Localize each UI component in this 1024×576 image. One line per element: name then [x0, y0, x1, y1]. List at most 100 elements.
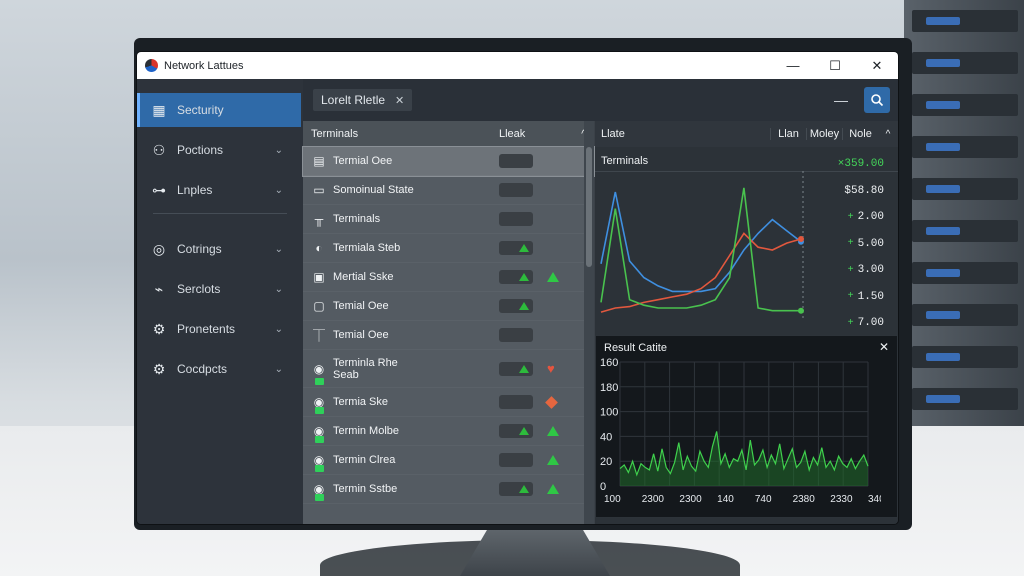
sidebar-item[interactable]: ⚇ Poctions ⌄ — [137, 133, 301, 167]
sidebar-item-label: Pronetents — [177, 322, 236, 336]
status-warning-icon — [545, 395, 558, 409]
value-column: ×359.00 $58.80 +2.00 +5.00 +3.00 +1.50 +7.00 — [824, 151, 884, 337]
list-item[interactable]: ╥ Terminals — [303, 205, 594, 234]
list-item-label: Temial Oee — [333, 300, 389, 312]
detail-header-money[interactable]: Moley — [806, 128, 842, 140]
tab-active[interactable]: Lorelt Rletle ✕ — [313, 89, 413, 111]
toggle-switch[interactable] — [499, 482, 533, 496]
toggle-switch[interactable] — [499, 154, 533, 168]
list-scrollbar[interactable] — [584, 121, 594, 524]
toggle-switch[interactable] — [499, 424, 533, 438]
sidebar-item[interactable]: ⚙ Pronetents ⌄ — [137, 312, 301, 346]
gear-icon: ⚙ — [152, 320, 166, 337]
chevron-down-icon: ⌄ — [274, 323, 283, 335]
x-tick-label: 2380 — [793, 494, 816, 505]
dashboard-grid-icon: ▦ — [152, 101, 166, 118]
panel-minimize-icon[interactable]: — — [834, 92, 848, 108]
toggle-switch[interactable] — [499, 270, 533, 284]
close-button[interactable]: ✕ — [856, 52, 898, 79]
nodes-icon: ⊶ — [152, 181, 166, 198]
status-up-icon — [547, 272, 559, 282]
x-tick-label: 100 — [604, 494, 621, 505]
value-text: 2.00 — [857, 211, 884, 224]
scrollbar-thumb[interactable] — [586, 147, 592, 267]
detail-header-lan[interactable]: Llan — [770, 128, 806, 140]
list-item-label: Termin Clrea — [333, 454, 396, 466]
change-indicator: + — [847, 291, 854, 303]
online-indicator-icon — [315, 436, 324, 443]
value-text: 1.50 — [857, 290, 884, 303]
sidebar-item[interactable]: ⚙ Cocdpcts ⌄ — [137, 352, 301, 386]
y-tick-label: 40 — [600, 431, 612, 443]
change-indicator: + — [847, 211, 854, 223]
triangle-up-icon — [519, 364, 529, 373]
lock-circle-icon: ◉ — [313, 361, 325, 376]
sidebar-item[interactable]: ▦ Secturity — [137, 93, 301, 127]
list-item[interactable]: ◉ Termin Sstbe — [303, 475, 594, 504]
list-item[interactable]: ◉ Termia Ske — [303, 388, 594, 417]
list-item[interactable]: ◐ Termiala Steb — [303, 234, 594, 263]
list-item[interactable]: ▣ Mertial Sske — [303, 263, 594, 292]
detail-header-date[interactable]: Llate — [601, 128, 770, 140]
detail-header-note[interactable]: Nole — [842, 128, 878, 140]
list-item-sublabel: Seab — [333, 368, 359, 381]
list-header-terminals[interactable]: Terminals — [311, 128, 499, 140]
change-indicator: + — [847, 238, 854, 250]
toggle-switch[interactable] — [499, 241, 533, 255]
triangle-up-icon — [519, 427, 529, 435]
online-indicator-icon — [315, 407, 324, 414]
result-chart-panel: 160 180 100 40 20 0 100 2300 2300 140 740 2380 2330 3… — [595, 335, 898, 518]
tab-close-icon[interactable]: ✕ — [395, 94, 404, 107]
toggle-switch[interactable] — [499, 395, 533, 409]
toggle-switch[interactable] — [499, 212, 533, 226]
value-cell: +3.00 — [824, 257, 884, 284]
close-icon[interactable]: ✕ — [879, 340, 889, 354]
y-tick-label: 100 — [600, 407, 618, 419]
list-item[interactable]: ◉ Termin Clrea — [303, 446, 594, 475]
list-item-label: Terminals — [333, 213, 381, 225]
list-header: Terminals Lleak ^ — [303, 121, 594, 147]
background-server-rack — [904, 0, 1024, 470]
list-header-leak[interactable]: Lleak — [499, 128, 581, 140]
status-up-icon — [547, 426, 559, 436]
toggle-switch[interactable] — [499, 453, 533, 467]
list-item[interactable]: ◉ Terminla Rhe Seab ♥ — [303, 350, 594, 388]
value-cell: +7.00 — [824, 310, 884, 337]
sidebar-item-label: Secturity — [177, 103, 224, 117]
sidebar-item[interactable]: ◎ Cotrings ⌄ — [137, 232, 301, 266]
rack-icon: ╥ — [314, 212, 324, 226]
status-up-icon — [547, 484, 559, 494]
list-item[interactable]: ▭ Somoinual State — [303, 176, 594, 205]
list-item[interactable]: ▢ Temial Oee — [303, 292, 594, 321]
toggle-switch[interactable] — [499, 299, 533, 313]
sort-chevron-icon[interactable]: ^ — [878, 129, 898, 140]
sidebar-item[interactable]: ⊶ Lnples ⌄ — [137, 173, 301, 207]
series-end-point — [798, 307, 804, 314]
list-item-label: Termial Oee — [333, 155, 393, 167]
x-tick-label: 340 — [868, 494, 881, 505]
triangle-up-icon — [519, 273, 529, 281]
y-tick-label: 20 — [600, 456, 612, 468]
tab-label: Lorelt Rletle — [321, 93, 386, 107]
toggle-switch[interactable] — [499, 183, 533, 197]
plug-icon: ⌁ — [154, 280, 164, 297]
list-item-label: Mertial Sske — [333, 271, 394, 283]
toggle-switch[interactable] — [499, 328, 533, 342]
maximize-button[interactable]: ☐ — [814, 52, 856, 79]
list-item[interactable]: ◉ Termin Molbe — [303, 417, 594, 446]
search-button[interactable] — [864, 87, 890, 113]
list-item-label: Termia Ske — [333, 396, 389, 408]
sidebar-item[interactable]: ⌁ Serclots ⌄ — [137, 272, 301, 306]
list-item-label: Termin Molbe — [333, 425, 400, 437]
change-indicator: + — [847, 264, 854, 276]
result-area-chart: 16018010040200100 2300 2300 140 740 2380 2330 3… — [600, 357, 881, 505]
detail-header: Llate Llan Moley Nole ^ — [595, 121, 898, 147]
list-item[interactable]: ⏉ Temial Oee — [303, 321, 594, 350]
search-icon — [871, 94, 884, 107]
list-item[interactable]: ▤ Termial Oee — [302, 146, 595, 177]
minimize-button[interactable]: — — [772, 52, 814, 79]
toggle-switch[interactable] — [499, 361, 533, 376]
tab-bar: Lorelt Rletle ✕ — — [303, 79, 898, 121]
list-item-label: Terminla Rhe — [333, 356, 398, 369]
calendar-icon: ▢ — [313, 299, 325, 313]
